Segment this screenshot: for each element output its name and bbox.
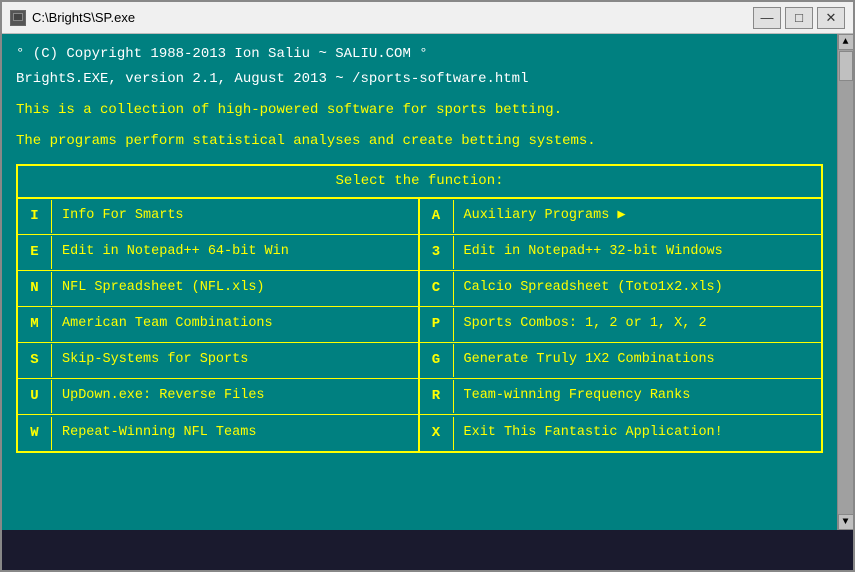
menu-row-I[interactable]: I Info For Smarts (18, 199, 418, 235)
menu-label-C: Calcio Spreadsheet (Toto1x2.xls) (454, 272, 733, 304)
menu-row-N[interactable]: N NFL Spreadsheet (NFL.xls) (18, 271, 418, 307)
version-line2: BrightS.EXE, version 2.1, August 2013 ~ … (16, 69, 823, 90)
menu-row-P[interactable]: P Sports Combos: 1, 2 or 1, X, 2 (420, 307, 822, 343)
menu-key-E: E (18, 236, 52, 269)
menu-label-W: Repeat-Winning NFL Teams (52, 417, 266, 449)
console-area: ° (C) Copyright 1988-2013 Ion Saliu ~ SA… (2, 34, 853, 530)
scroll-thumb[interactable] (839, 51, 853, 81)
scroll-track[interactable] (838, 50, 854, 514)
menu-label-P: Sports Combos: 1, 2 or 1, X, 2 (454, 308, 717, 340)
copyright-line1: ° (C) Copyright 1988-2013 Ion Saliu ~ SA… (16, 44, 823, 65)
menu-key-S: S (18, 344, 52, 377)
menu-key-P: P (420, 308, 454, 341)
title-bar: C:\BrightS\SP.exe — □ ✕ (2, 2, 853, 34)
menu-key-M: M (18, 308, 52, 341)
menu-label-N: NFL Spreadsheet (NFL.xls) (52, 272, 275, 304)
menu-label-U: UpDown.exe: Reverse Files (52, 380, 275, 412)
menu-row-W[interactable]: W Repeat-Winning NFL Teams (18, 415, 418, 451)
menu-row-U[interactable]: U UpDown.exe: Reverse Files (18, 379, 418, 415)
menu-label-M: American Team Combinations (52, 308, 283, 340)
menu-row-3[interactable]: 3 Edit in Notepad++ 32-bit Windows (420, 235, 822, 271)
menu-label-S: Skip-Systems for Sports (52, 344, 258, 376)
console-content: ° (C) Copyright 1988-2013 Ion Saliu ~ SA… (2, 34, 837, 530)
menu-key-N: N (18, 272, 52, 305)
menu-label-I: Info For Smarts (52, 200, 194, 232)
menu-row-M[interactable]: M American Team Combinations (18, 307, 418, 343)
minimize-button[interactable]: — (753, 7, 781, 29)
menu-label-A: Auxiliary Programs ▶ (454, 200, 636, 232)
menu-right-column: A Auxiliary Programs ▶ 3 Edit in Notepad… (420, 199, 822, 451)
menu-key-G: G (420, 344, 454, 377)
menu-label-G: Generate Truly 1X2 Combinations (454, 344, 725, 376)
taskbar (2, 530, 853, 570)
menu-label-3: Edit in Notepad++ 32-bit Windows (454, 236, 733, 268)
menu-row-C[interactable]: C Calcio Spreadsheet (Toto1x2.xls) (420, 271, 822, 307)
close-button[interactable]: ✕ (817, 7, 845, 29)
menu-grid: I Info For Smarts E Edit in Notepad++ 64… (18, 199, 821, 451)
menu-row-G[interactable]: G Generate Truly 1X2 Combinations (420, 343, 822, 379)
menu-key-W: W (18, 417, 52, 450)
menu-row-X[interactable]: X Exit This Fantastic Application! (420, 415, 822, 451)
menu-label-E: Edit in Notepad++ 64-bit Win (52, 236, 299, 268)
window-controls: — □ ✕ (753, 7, 845, 29)
menu-row-A[interactable]: A Auxiliary Programs ▶ (420, 199, 822, 235)
main-window: C:\BrightS\SP.exe — □ ✕ ° (C) Copyright … (0, 0, 855, 572)
menu-key-A: A (420, 200, 454, 233)
app-icon (10, 10, 26, 26)
menu-key-X: X (420, 417, 454, 450)
scroll-up-arrow[interactable]: ▲ (838, 34, 854, 50)
menu-label-X: Exit This Fantastic Application! (454, 417, 733, 449)
menu-row-E[interactable]: E Edit in Notepad++ 64-bit Win (18, 235, 418, 271)
menu-row-R[interactable]: R Team-winning Frequency Ranks (420, 379, 822, 415)
intro-line4: This is a collection of high-powered sof… (16, 100, 823, 121)
menu-header: Select the function: (18, 166, 821, 199)
maximize-button[interactable]: □ (785, 7, 813, 29)
menu-key-3: 3 (420, 236, 454, 269)
menu-left-column: I Info For Smarts E Edit in Notepad++ 64… (18, 199, 420, 451)
menu-key-R: R (420, 380, 454, 413)
intro-line6: The programs perform statistical analyse… (16, 131, 823, 152)
menu-key-I: I (18, 200, 52, 233)
menu-key-C: C (420, 272, 454, 305)
menu-box: Select the function: I Info For Smarts E… (16, 164, 823, 453)
window-title: C:\BrightS\SP.exe (32, 10, 753, 25)
menu-row-S[interactable]: S Skip-Systems for Sports (18, 343, 418, 379)
menu-key-U: U (18, 380, 52, 413)
menu-label-R: Team-winning Frequency Ranks (454, 380, 701, 412)
scrollbar[interactable]: ▲ ▼ (837, 34, 853, 530)
scroll-down-arrow[interactable]: ▼ (838, 514, 854, 530)
